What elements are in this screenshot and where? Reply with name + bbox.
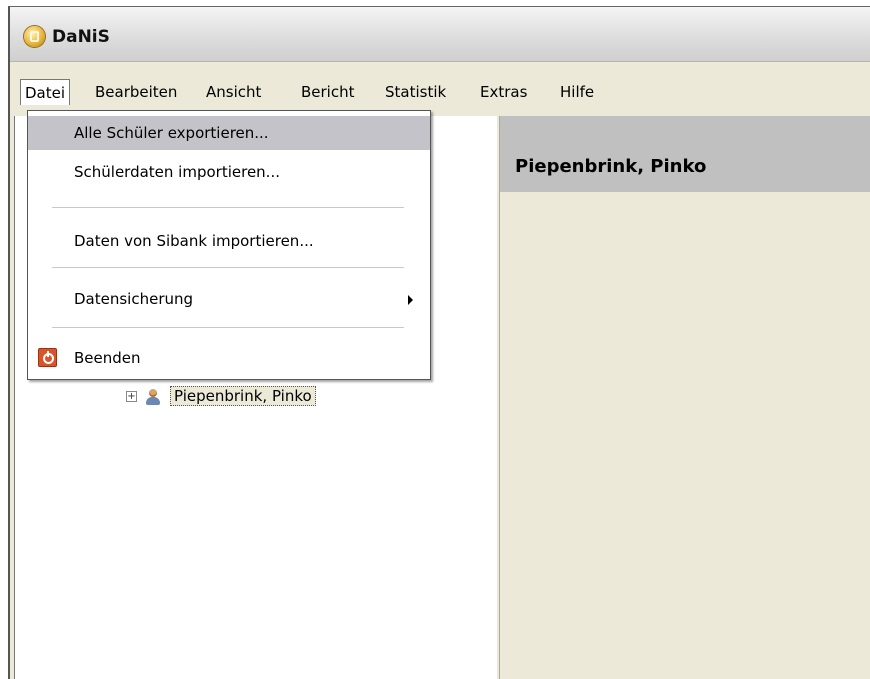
menu-item-label: Schülerdaten importieren...	[74, 163, 280, 181]
menu-item-label: Beenden	[74, 349, 141, 367]
menu-item-export-all[interactable]: Alle Schüler exportieren...	[28, 116, 430, 150]
submenu-arrow-icon	[408, 295, 413, 305]
menu-separator	[52, 207, 404, 208]
menu-item-label: Daten von Sibank importieren...	[74, 232, 314, 250]
expand-plus-icon[interactable]: +	[126, 391, 137, 402]
menu-separator	[52, 327, 404, 328]
menu-separator	[52, 267, 404, 268]
menu-item-label: Datensicherung	[74, 290, 194, 308]
menu-bericht[interactable]: Bericht	[297, 79, 359, 105]
menu-item-import-student-data[interactable]: Schülerdaten importieren...	[28, 155, 430, 189]
person-icon	[146, 389, 160, 405]
menu-item-import-sibank[interactable]: Daten von Sibank importieren...	[28, 224, 430, 258]
detail-header: Piepenbrink, Pinko	[500, 116, 870, 192]
menu-item-exit[interactable]: Beenden	[28, 341, 430, 375]
app-logo-icon	[24, 26, 45, 47]
window-title: DaNiS	[52, 27, 110, 47]
menu-extras[interactable]: Extras	[476, 79, 531, 105]
title-bar[interactable]: DaNiS	[10, 7, 870, 62]
menu-hilfe[interactable]: Hilfe	[556, 79, 598, 105]
menu-statistik[interactable]: Statistik	[381, 79, 450, 105]
power-icon	[38, 348, 57, 367]
menu-item-backup[interactable]: Datensicherung	[28, 282, 430, 316]
menu-bearbeiten[interactable]: Bearbeiten	[91, 79, 181, 105]
detail-panel: Piepenbrink, Pinko	[499, 116, 870, 679]
menu-datei[interactable]: Datei	[20, 79, 71, 105]
menu-bar: Datei Bearbeiten Ansicht Bericht Statist…	[10, 76, 870, 110]
detail-header-title: Piepenbrink, Pinko	[515, 156, 707, 177]
menu-item-label: Alle Schüler exportieren...	[74, 124, 269, 142]
tree-node-label[interactable]: Piepenbrink, Pinko	[170, 386, 316, 406]
menu-ansicht[interactable]: Ansicht	[202, 79, 265, 105]
file-menu-dropdown: Alle Schüler exportieren... Schülerdaten…	[27, 110, 431, 380]
